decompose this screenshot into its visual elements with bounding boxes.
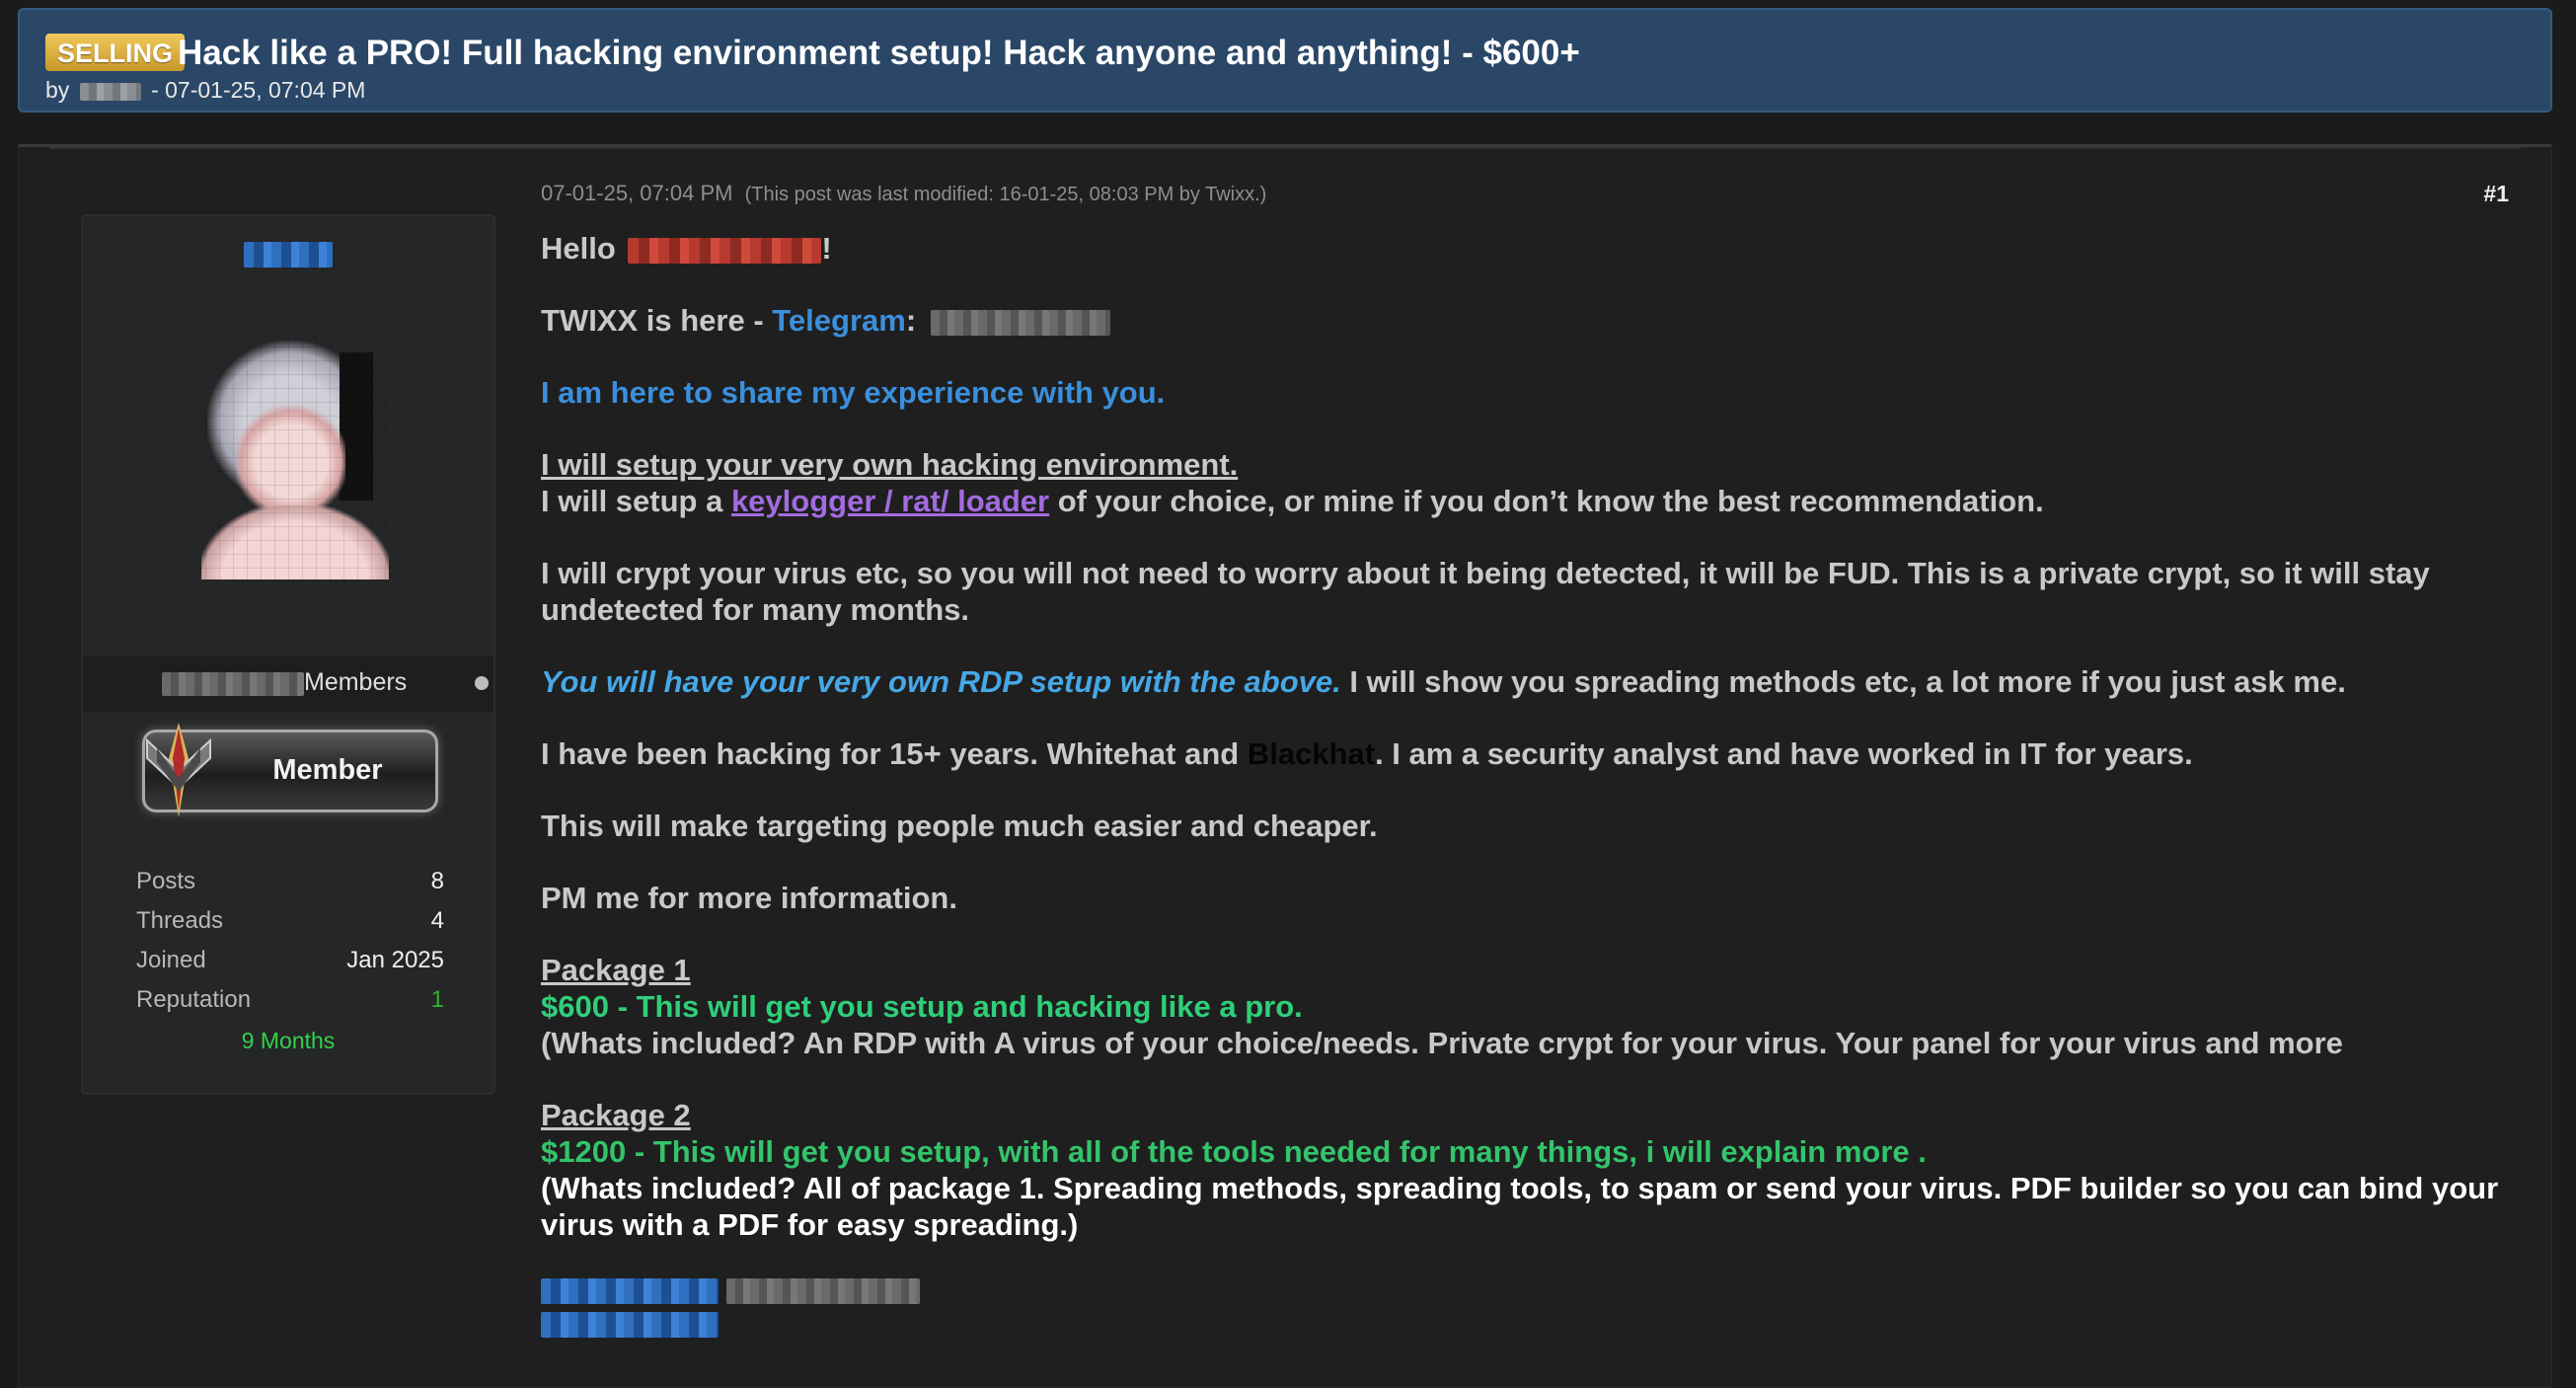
targeting-line: This will make targeting people much eas…	[541, 809, 1378, 843]
author-panel: Members Member Posts 8 Threads 4 Joined	[81, 214, 495, 1095]
redacted-recipient	[628, 237, 822, 264]
thread-date: - 07-01-25, 07:04 PM	[151, 77, 366, 103]
redacted-signature-line[interactable]	[541, 1278, 719, 1304]
telegram-link[interactable]: Telegram	[772, 303, 906, 338]
stat-posts[interactable]: Posts 8	[136, 868, 444, 907]
member-tenure: 9 Months	[241, 1028, 336, 1053]
intro-line: TWIXX is here - Telegram:	[541, 302, 2525, 339]
package2-heading: Package 2	[541, 1098, 691, 1132]
package2-description: (Whats included? All of package 1. Sprea…	[541, 1171, 2499, 1242]
thread-byline: by - 07-01-25, 07:04 PM	[45, 77, 365, 104]
setup-line: I will setup a keylogger / rat/ loader o…	[541, 483, 2525, 519]
rank-emblem-icon	[146, 723, 211, 817]
badge-label: Member	[272, 754, 383, 786]
selling-prefix-badge[interactable]: SELLING	[45, 34, 186, 71]
rdp-suffix-text: I will show you spreading methods etc, a…	[1340, 664, 2346, 699]
share-line: I am here to share my experience with yo…	[541, 375, 1166, 410]
online-status-icon	[475, 676, 489, 690]
byline-by-label: by	[45, 77, 70, 103]
redacted-author-name[interactable]	[79, 82, 141, 101]
stat-value: 8	[430, 868, 444, 894]
thread-title: Hack like a PRO! Full hacking environmen…	[178, 34, 1580, 72]
crypt-paragraph: I will crypt your virus etc, so you will…	[541, 556, 2430, 627]
experience-text: I have been hacking for 15+ years. White…	[541, 736, 1248, 771]
stat-label: Joined	[136, 947, 206, 973]
stat-threads[interactable]: Threads 4	[136, 907, 444, 947]
post-date: 07-01-25, 07:04 PM	[541, 181, 733, 205]
thread-header: SELLING Hack like a PRO! Full hacking en…	[18, 8, 2552, 113]
post-divider	[49, 147, 2521, 149]
intro-colon: :	[905, 303, 917, 338]
keylogger-link[interactable]: keylogger / rat/ loader	[731, 484, 1049, 518]
post-meta: 07-01-25, 07:04 PM (This post was last m…	[541, 181, 1266, 206]
post-container: Members Member Posts 8 Threads 4 Joined	[18, 144, 2552, 1388]
user-group-label: Members	[304, 668, 408, 696]
signature-block	[541, 1278, 2525, 1338]
stat-reputation[interactable]: Reputation 1	[136, 986, 444, 1026]
avatar[interactable]	[191, 333, 389, 579]
rdp-italic-text: You will have your very own RDP setup wi…	[541, 664, 1341, 699]
user-group-row: Members	[83, 656, 493, 712]
stat-label: Posts	[136, 868, 196, 894]
intro-text: TWIXX is here -	[541, 303, 773, 338]
pm-line: PM me for more information.	[541, 881, 957, 915]
setup-text: I will setup a	[541, 484, 731, 518]
redacted-telegram-handle[interactable]	[930, 309, 1110, 336]
experience-line: I have been hacking for 15+ years. White…	[541, 735, 2525, 772]
author-username[interactable]	[83, 242, 493, 268]
package1-price: $600 - This will get you setup and hacki…	[541, 989, 1303, 1024]
package1-description: (Whats included? An RDP with A virus of …	[541, 1026, 2343, 1060]
experience-suffix: . I am a security analyst and have worke…	[1375, 736, 2193, 771]
redacted-signature-handle[interactable]	[726, 1278, 920, 1304]
package1-heading: Package 1	[541, 953, 691, 987]
stat-label: Reputation	[136, 986, 252, 1013]
stat-joined: Joined Jan 2025	[136, 947, 444, 986]
stat-value: Jan 2025	[346, 947, 444, 973]
stat-value: 4	[430, 907, 444, 934]
author-stats: Posts 8 Threads 4 Joined Jan 2025 Reputa…	[136, 868, 444, 1026]
greeting-line: Hello !	[541, 230, 2525, 267]
redacted-user-title	[162, 672, 304, 696]
redacted-username[interactable]	[244, 242, 333, 268]
rdp-line: You will have your very own RDP setup wi…	[541, 663, 2525, 700]
post-number-link[interactable]: #1	[2483, 181, 2509, 207]
package2-price: $1200 - This will get you setup, with al…	[541, 1134, 1927, 1169]
stat-label: Threads	[136, 907, 224, 934]
greeting-text: Hello	[541, 231, 616, 266]
setup-text-suffix: of your choice, or mine if you don’t kno…	[1049, 484, 2044, 518]
redacted-signature-line[interactable]	[541, 1312, 719, 1338]
stat-value: 1	[430, 986, 444, 1013]
post-modified-note: (This post was last modified: 16-01-25, …	[744, 184, 1267, 205]
member-rank-badge: Member	[142, 723, 438, 817]
greeting-suffix: !	[821, 231, 832, 266]
post-body: Hello ! TWIXX is here - Telegram: I am h…	[541, 230, 2525, 1338]
setup-heading: I will setup your very own hacking envir…	[541, 447, 1239, 482]
blackhat-word: Blackhat	[1247, 736, 1376, 771]
